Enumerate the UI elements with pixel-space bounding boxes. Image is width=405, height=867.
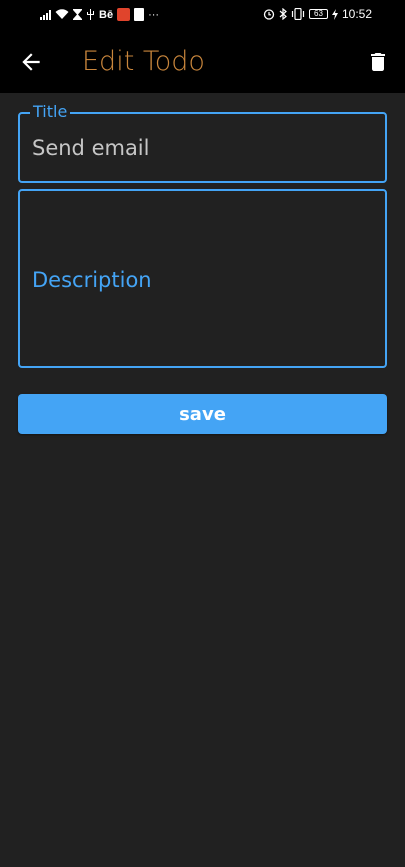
delete-button[interactable] [366,49,390,75]
arrow-left-icon [22,53,40,71]
back-button[interactable] [18,49,44,75]
save-button[interactable]: save [18,394,387,434]
title-field[interactable]: Title Send email [18,102,387,183]
bluetooth-icon [279,8,287,20]
title-label: Title [30,102,71,122]
vibrate-icon [291,8,305,20]
charging-icon [331,8,338,20]
battery-level: 63 [314,9,323,18]
mail-icon [117,8,131,21]
hourglass-icon [73,9,82,20]
more-icon: ··· [148,8,160,21]
save-button-label: save [179,403,226,425]
status-bar: Bē ··· 63 10:52 [0,0,405,30]
signal-icon [40,9,51,20]
description-placeholder: Description [32,268,152,292]
description-field[interactable]: Description [18,189,387,368]
app-bar: Edit Todo [0,30,405,93]
trash-icon [371,53,385,71]
usb-icon [87,9,94,20]
page-title: Edit Todo [82,46,205,77]
wifi-icon [55,9,69,19]
status-left-icons: Bē ··· [40,8,159,21]
battery-icon: 63 [308,9,328,19]
clock: 10:52 [341,7,372,21]
title-input-value[interactable]: Send email [32,134,149,162]
behance-label: Bē [99,8,114,21]
alarm-icon [263,9,275,20]
status-right-icons: 63 10:52 [263,7,372,21]
document-icon [134,8,145,21]
